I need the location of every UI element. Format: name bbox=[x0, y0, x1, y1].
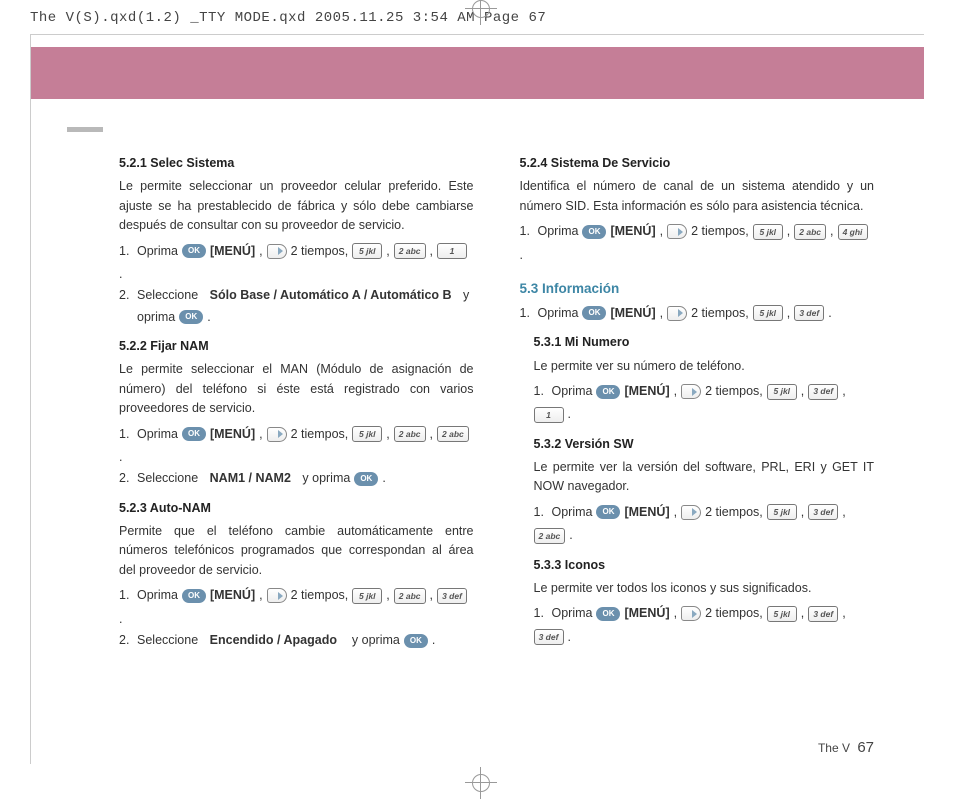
softkey-icon bbox=[667, 306, 687, 321]
key-2-icon: 2 abc bbox=[437, 426, 469, 442]
ok-icon: OK bbox=[179, 310, 203, 324]
print-slug: The V(S).qxd(1.2) _TTY MODE.qxd 2005.11.… bbox=[30, 10, 546, 26]
content-columns: 5.2.1 Selec Sistema Le permite seleccion… bbox=[31, 144, 924, 652]
key-2-icon: 2 abc bbox=[394, 588, 426, 604]
key-5-icon: 5 jkl bbox=[352, 588, 382, 604]
key-3-icon: 3 def bbox=[808, 504, 838, 520]
key-3-icon: 3 def bbox=[808, 384, 838, 400]
heading-523: 5.2.3 Auto-NAM bbox=[119, 499, 474, 518]
step-522-1: 1. Oprima OK [MENÚ], 2 tiempos, 5 jkl , … bbox=[119, 425, 474, 468]
step-53-1: 1. Oprima OK [MENÚ], 2 tiempos, 5 jkl , … bbox=[520, 304, 875, 323]
key-3-icon: 3 def bbox=[808, 606, 838, 622]
ok-icon: OK bbox=[354, 472, 378, 486]
step-522-2: 2. Seleccione NAM1 / NAM2 y oprima OK . bbox=[119, 469, 474, 488]
footer-label: The V bbox=[818, 741, 850, 755]
page-frame: 5.2.1 Selec Sistema Le permite seleccion… bbox=[30, 34, 924, 764]
step-523-2: 2. Seleccione Encendido / Apagado y opri… bbox=[119, 631, 474, 650]
heading-521: 5.2.1 Selec Sistema bbox=[119, 154, 474, 173]
key-1-icon: 1 bbox=[534, 407, 564, 423]
section-rule bbox=[67, 127, 103, 132]
body-524: Identifica el número de canal de un sist… bbox=[520, 177, 875, 216]
body-531: Le permite ver su número de teléfono. bbox=[534, 357, 875, 376]
key-2-icon: 2 abc bbox=[534, 528, 566, 544]
body-522: Le permite seleccionar el MAN (Módulo de… bbox=[119, 360, 474, 418]
key-5-icon: 5 jkl bbox=[767, 606, 797, 622]
key-5-icon: 5 jkl bbox=[767, 504, 797, 520]
ok-icon: OK bbox=[582, 225, 606, 239]
key-4-icon: 4 ghi bbox=[838, 224, 868, 240]
key-2-icon: 2 abc bbox=[394, 426, 426, 442]
softkey-icon bbox=[681, 505, 701, 520]
step-531-1: 1. Oprima OK [MENÚ], 2 tiempos, 5 jkl , … bbox=[534, 382, 875, 425]
crop-mark-bottom bbox=[472, 774, 482, 804]
step-521-2: 2. Seleccione Sólo Base / Automático A /… bbox=[119, 286, 474, 305]
step-521-2b: oprima OK . bbox=[137, 308, 474, 327]
column-left: 5.2.1 Selec Sistema Le permite seleccion… bbox=[119, 144, 474, 652]
key-5-icon: 5 jkl bbox=[767, 384, 797, 400]
key-5-icon: 5 jkl bbox=[753, 224, 783, 240]
key-2-icon: 2 abc bbox=[394, 243, 426, 259]
softkey-icon bbox=[667, 224, 687, 239]
ok-icon: OK bbox=[182, 589, 206, 603]
ok-icon: OK bbox=[182, 244, 206, 258]
crop-mark-top bbox=[472, 0, 482, 30]
header-banner bbox=[31, 47, 924, 99]
softkey-icon bbox=[267, 244, 287, 259]
step-533-1: 1. Oprima OK [MENÚ], 2 tiempos, 5 jkl , … bbox=[534, 604, 875, 647]
key-2-icon: 2 abc bbox=[794, 224, 826, 240]
ok-icon: OK bbox=[404, 634, 428, 648]
key-3-icon: 3 def bbox=[534, 629, 564, 645]
key-5-icon: 5 jkl bbox=[352, 426, 382, 442]
step-532-1: 1. Oprima OK [MENÚ], 2 tiempos, 5 jkl , … bbox=[534, 503, 875, 546]
heading-531: 5.3.1 Mi Numero bbox=[534, 333, 875, 352]
step-524-1: 1. Oprima OK [MENÚ], 2 tiempos, 5 jkl , … bbox=[520, 222, 875, 265]
softkey-icon bbox=[681, 606, 701, 621]
page-footer: The V 67 bbox=[818, 739, 874, 756]
ok-icon: OK bbox=[596, 385, 620, 399]
key-5-icon: 5 jkl bbox=[753, 305, 783, 321]
key-5-icon: 5 jkl bbox=[352, 243, 382, 259]
body-523: Permite que el teléfono cambie automátic… bbox=[119, 522, 474, 580]
step-523-1: 1. Oprima OK [MENÚ], 2 tiempos, 5 jkl , … bbox=[119, 586, 474, 629]
softkey-icon bbox=[681, 384, 701, 399]
column-right: 5.2.4 Sistema De Servicio Identifica el … bbox=[520, 144, 875, 652]
key-3-icon: 3 def bbox=[794, 305, 824, 321]
body-533: Le permite ver todos los iconos y sus si… bbox=[534, 579, 875, 598]
ok-icon: OK bbox=[182, 427, 206, 441]
heading-522: 5.2.2 Fijar NAM bbox=[119, 337, 474, 356]
heading-532: 5.3.2 Versión SW bbox=[534, 435, 875, 454]
heading-524: 5.2.4 Sistema De Servicio bbox=[520, 154, 875, 173]
ok-icon: OK bbox=[596, 505, 620, 519]
softkey-icon bbox=[267, 588, 287, 603]
body-532: Le permite ver la versión del software, … bbox=[534, 458, 875, 497]
heading-533: 5.3.3 Iconos bbox=[534, 556, 875, 575]
ok-icon: OK bbox=[582, 306, 606, 320]
body-521: Le permite seleccionar un proveedor celu… bbox=[119, 177, 474, 235]
page-number: 67 bbox=[857, 739, 874, 756]
softkey-icon bbox=[267, 427, 287, 442]
ok-icon: OK bbox=[596, 607, 620, 621]
key-1-icon: 1 bbox=[437, 243, 467, 259]
step-521-1: 1. Oprima OK [MENÚ], 2 tiempos, 5 jkl , … bbox=[119, 242, 474, 285]
key-3-icon: 3 def bbox=[437, 588, 467, 604]
heading-53: 5.3 Información bbox=[520, 279, 875, 300]
